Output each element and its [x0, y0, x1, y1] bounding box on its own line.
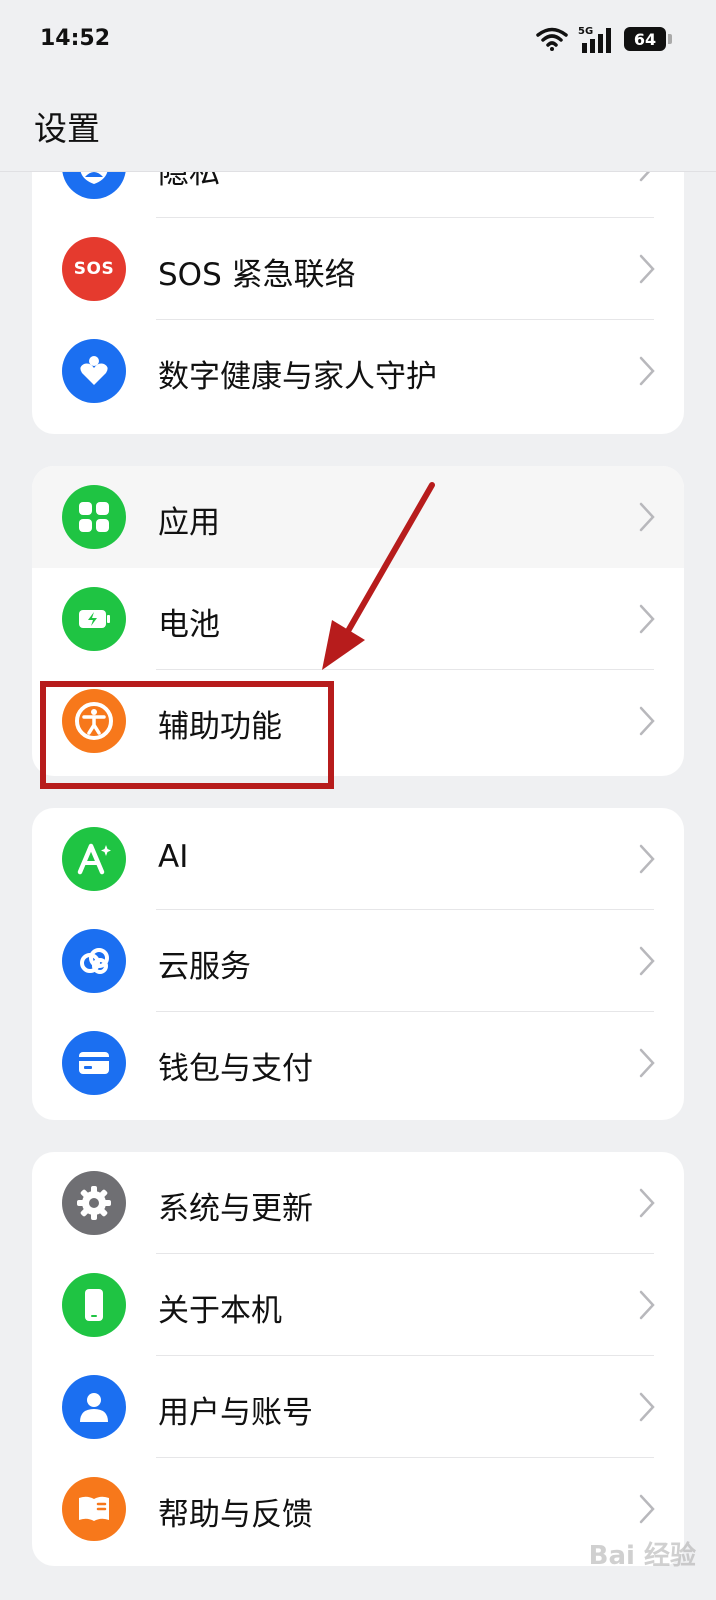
settings-item-label: 关于本机 [158, 1293, 282, 1329]
page-title: 设置 [34, 109, 100, 148]
settings-item-about-phone[interactable]: 关于本机 [32, 1254, 684, 1356]
chevron-right-icon [639, 172, 651, 182]
accessibility-icon [62, 689, 126, 753]
settings-item-label: 辅助功能 [158, 709, 282, 745]
status-time: 14:52 [40, 26, 111, 51]
settings-item-label: 钱包与支付 [158, 1051, 313, 1087]
network-label: 5G [578, 26, 593, 37]
chevron-right-icon [639, 502, 655, 532]
chevron-right-icon [639, 1290, 655, 1320]
ai-icon [62, 827, 126, 891]
wifi-icon [536, 27, 568, 51]
settings-item-privacy[interactable]: 隐私 [32, 172, 684, 218]
cloud-service-icon [62, 929, 126, 993]
settings-item-battery[interactable]: 电池 [32, 568, 684, 670]
settings-item-ai[interactable]: AI [32, 808, 684, 910]
settings-list[interactable]: 隐私 SOS SOS 紧急联络 数字健康与家人守护 应用 电池 辅助功能 AI … [0, 172, 716, 1600]
sos-icon-text: SOS [73, 259, 115, 279]
settings-item-label: 系统与更新 [158, 1191, 313, 1227]
chevron-right-icon [639, 356, 655, 386]
watermark: Bai 经验 [588, 1541, 696, 1571]
privacy-icon [62, 172, 126, 199]
settings-item-help-feedback[interactable]: 帮助与反馈 [32, 1458, 684, 1560]
settings-item-wallet[interactable]: 钱包与支付 [32, 1012, 684, 1114]
settings-item-label: 用户与账号 [158, 1395, 313, 1431]
gear-icon [62, 1171, 126, 1235]
settings-item-apps[interactable]: 应用 [32, 466, 684, 568]
settings-item-digital-wellbeing[interactable]: 数字健康与家人守护 [32, 320, 684, 422]
settings-item-label: 云服务 [158, 949, 251, 985]
help-book-icon [62, 1477, 126, 1541]
settings-item-label: SOS 紧急联络 [158, 257, 356, 293]
settings-group-system: 系统与更新 关于本机 用户与账号 帮助与反馈 [32, 1152, 684, 1566]
chevron-right-icon [639, 1494, 655, 1524]
settings-item-label: 电池 [158, 607, 220, 643]
chevron-right-icon [639, 604, 655, 634]
settings-item-label: 应用 [158, 505, 220, 541]
settings-item-users-accounts[interactable]: 用户与账号 [32, 1356, 684, 1458]
status-icons: 5G 64 [536, 24, 672, 54]
settings-group-device: 应用 电池 辅助功能 [32, 466, 684, 776]
chevron-right-icon [639, 1188, 655, 1218]
battery-setting-icon [62, 587, 126, 651]
settings-item-cloud[interactable]: 云服务 [32, 910, 684, 1012]
chevron-right-icon [639, 1048, 655, 1078]
battery-icon: 64 [624, 27, 672, 51]
phone-icon [62, 1273, 126, 1337]
chevron-right-icon [639, 254, 655, 284]
settings-group-services: AI 云服务 钱包与支付 [32, 808, 684, 1120]
settings-item-label: 帮助与反馈 [158, 1497, 313, 1533]
chevron-right-icon [639, 946, 655, 976]
battery-level: 64 [633, 29, 657, 49]
settings-item-label: 隐私 [158, 172, 220, 191]
chevron-right-icon [639, 1392, 655, 1422]
status-bar: 14:52 5G 64 [0, 0, 716, 80]
header: 设置 [0, 80, 716, 172]
user-icon [62, 1375, 126, 1439]
settings-item-sos[interactable]: SOS SOS 紧急联络 [32, 218, 684, 320]
chevron-right-icon [639, 706, 655, 736]
apps-icon [62, 485, 126, 549]
digital-wellbeing-icon [62, 339, 126, 403]
settings-item-label: AI [158, 839, 189, 875]
sos-icon: SOS [62, 237, 126, 301]
settings-item-label: 数字健康与家人守护 [158, 359, 437, 395]
signal-5g-icon: 5G [578, 26, 611, 53]
wallet-icon [62, 1031, 126, 1095]
settings-item-accessibility[interactable]: 辅助功能 [32, 670, 684, 772]
settings-group-security: 隐私 SOS SOS 紧急联络 数字健康与家人守护 [32, 172, 684, 434]
settings-item-system-update[interactable]: 系统与更新 [32, 1152, 684, 1254]
chevron-right-icon [639, 844, 655, 874]
